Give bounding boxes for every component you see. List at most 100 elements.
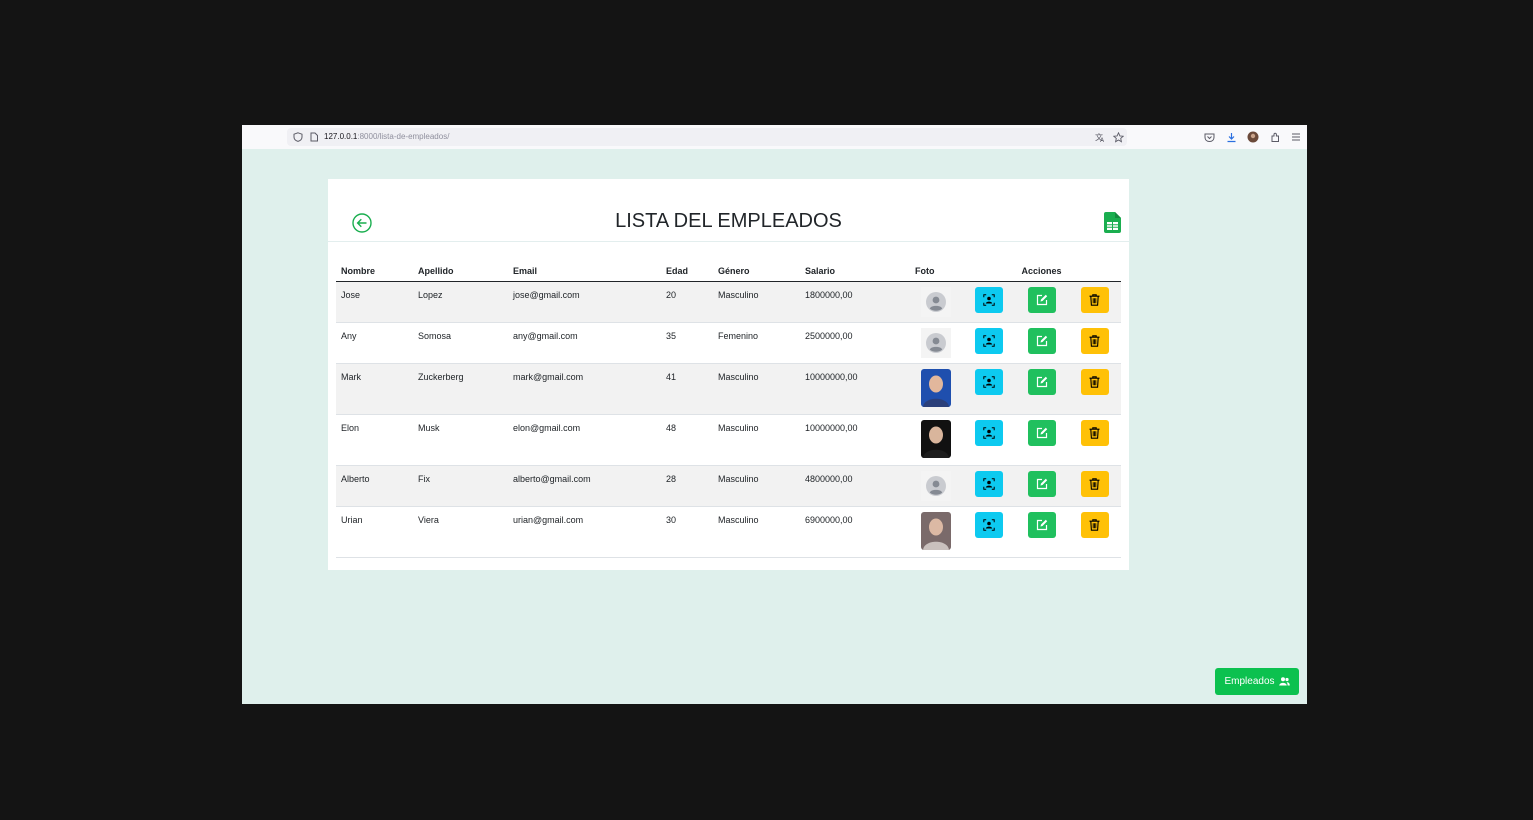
- apellido-text: Somosa: [418, 330, 452, 341]
- cell-salario: 10000000,00: [800, 363, 910, 415]
- cell-genero: Masculino: [713, 363, 800, 415]
- apellido-text: Musk: [418, 422, 440, 433]
- employees-table-body: Jose Lopez jose@gmail.com 20 Masculino 1…: [336, 281, 1121, 558]
- nombre-text: Any: [341, 330, 357, 341]
- table-row: Elon Musk elon@gmail.com 48 Masculino 10…: [336, 414, 1121, 466]
- cell-delete: [1068, 506, 1121, 558]
- edit-employee-button[interactable]: [1027, 511, 1056, 538]
- cell-nombre: Jose: [336, 281, 413, 323]
- cell-edit: [1015, 465, 1068, 507]
- empleados-button[interactable]: Empleados: [1215, 668, 1299, 695]
- trash-icon: [1089, 426, 1100, 439]
- view-employee-button[interactable]: [974, 327, 1003, 354]
- users-icon: [1278, 677, 1290, 686]
- trash-icon: [1089, 375, 1100, 388]
- edad-text: 30: [666, 514, 677, 525]
- cell-delete: [1068, 414, 1121, 466]
- svg-text:A: A: [1100, 137, 1105, 143]
- page-icon[interactable]: [307, 130, 321, 144]
- view-employee-button[interactable]: [974, 286, 1003, 313]
- delete-employee-button[interactable]: [1080, 470, 1109, 497]
- delete-employee-button[interactable]: [1080, 368, 1109, 395]
- pocket-icon[interactable]: [1202, 130, 1216, 144]
- cell-foto: [910, 506, 962, 558]
- edit-employee-button[interactable]: [1027, 327, 1056, 354]
- url-bar[interactable]: 127.0.0.1:8000/lista-de-empleados/ 文A: [287, 128, 1127, 146]
- delete-employee-button[interactable]: [1080, 286, 1109, 313]
- view-employee-button[interactable]: [974, 511, 1003, 538]
- delete-employee-button[interactable]: [1080, 327, 1109, 354]
- edit-employee-button[interactable]: [1027, 419, 1056, 446]
- cell-email: jose@gmail.com: [508, 281, 661, 323]
- cell-foto: [910, 363, 962, 415]
- cell-nombre: Elon: [336, 414, 413, 466]
- delete-employee-button[interactable]: [1080, 511, 1109, 538]
- cell-nombre: Urian: [336, 506, 413, 558]
- cell-edad: 35: [661, 322, 713, 364]
- cell-genero: Masculino: [713, 506, 800, 558]
- card-header: LISTA DEL EMPLEADOS: [328, 179, 1129, 242]
- cell-genero: Masculino: [713, 281, 800, 323]
- edit-employee-button[interactable]: [1027, 470, 1056, 497]
- edit-employee-button[interactable]: [1027, 368, 1056, 395]
- edit-employee-button[interactable]: [1027, 286, 1056, 313]
- cell-foto: [910, 414, 962, 466]
- apellido-text: Fix: [418, 473, 430, 484]
- view-employee-button[interactable]: [974, 419, 1003, 446]
- col-genero: Género: [713, 261, 800, 282]
- star-icon[interactable]: [1111, 130, 1125, 144]
- profile-icon[interactable]: [1246, 130, 1260, 144]
- genero-text: Masculino: [718, 473, 759, 484]
- edit-icon: [1036, 519, 1047, 530]
- translate-icon[interactable]: 文A: [1093, 130, 1107, 144]
- cell-view: [962, 281, 1015, 323]
- menu-icon[interactable]: [1289, 130, 1303, 144]
- employee-photo: [921, 511, 951, 550]
- cell-apellido: Somosa: [413, 322, 508, 364]
- cell-view: [962, 322, 1015, 364]
- email-text: alberto@gmail.com: [513, 473, 591, 484]
- cell-apellido: Viera: [413, 506, 508, 558]
- cell-nombre: Mark: [336, 363, 413, 415]
- trash-icon: [1089, 518, 1100, 531]
- genero-text: Masculino: [718, 289, 759, 300]
- empleados-button-label: Empleados: [1224, 676, 1275, 687]
- email-text: any@gmail.com: [513, 330, 578, 341]
- cell-view: [962, 465, 1015, 507]
- employees-table: Nombre Apellido Email Edad Género Salari…: [336, 261, 1121, 558]
- trash-icon: [1089, 477, 1100, 490]
- cell-genero: Femenino: [713, 322, 800, 364]
- genero-text: Masculino: [718, 371, 759, 382]
- person-view-icon: [982, 334, 995, 347]
- genero-text: Masculino: [718, 514, 759, 525]
- col-salario: Salario: [800, 261, 910, 282]
- apellido-text: Viera: [418, 514, 439, 525]
- extensions-icon[interactable]: [1268, 130, 1282, 144]
- view-employee-button[interactable]: [974, 368, 1003, 395]
- apellido-text: Zuckerberg: [418, 371, 464, 382]
- cell-salario: 6900000,00: [800, 506, 910, 558]
- table-header-row: Nombre Apellido Email Edad Género Salari…: [336, 261, 1121, 282]
- shield-icon[interactable]: [291, 130, 305, 144]
- email-text: mark@gmail.com: [513, 371, 584, 382]
- url-text[interactable]: 127.0.0.1:8000/lista-de-empleados/: [324, 132, 449, 141]
- cell-edad: 30: [661, 506, 713, 558]
- edit-icon: [1036, 294, 1047, 305]
- delete-employee-button[interactable]: [1080, 419, 1109, 446]
- cell-edit: [1015, 281, 1068, 323]
- employee-photo: [921, 419, 951, 458]
- cell-delete: [1068, 322, 1121, 364]
- person-view-icon: [982, 293, 995, 306]
- edad-text: 20: [666, 289, 677, 300]
- export-spreadsheet-button[interactable]: [1104, 212, 1122, 234]
- download-icon[interactable]: [1224, 130, 1238, 144]
- trash-icon: [1089, 293, 1100, 306]
- salario-text: 4800000,00: [805, 473, 853, 484]
- view-employee-button[interactable]: [974, 470, 1003, 497]
- cell-genero: Masculino: [713, 465, 800, 507]
- cell-edit: [1015, 414, 1068, 466]
- default-avatar-icon: [921, 470, 951, 501]
- email-text: urian@gmail.com: [513, 514, 584, 525]
- table-row: Any Somosa any@gmail.com 35 Femenino 250…: [336, 322, 1121, 364]
- cell-foto: [910, 281, 962, 323]
